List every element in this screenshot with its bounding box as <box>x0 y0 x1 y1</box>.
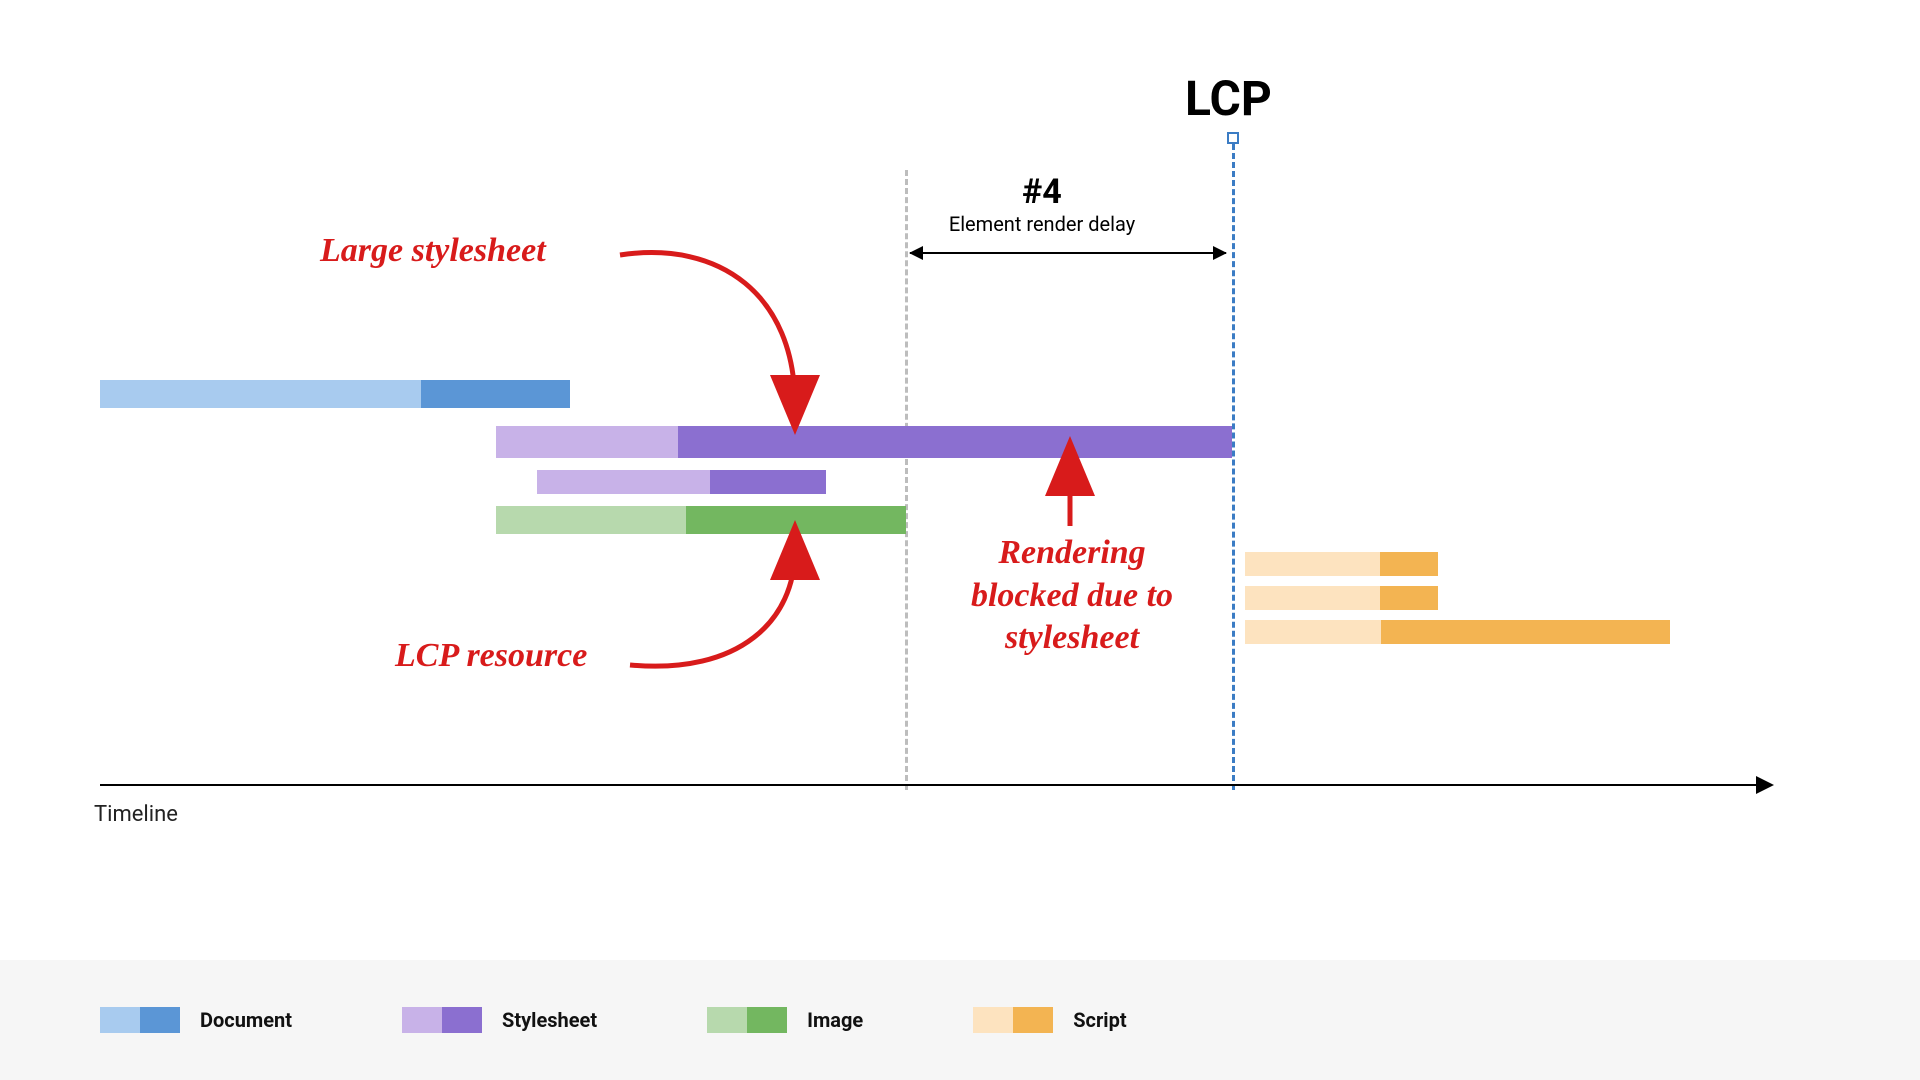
lcp-title: LCP <box>1185 70 1272 127</box>
arrow-rendering-blocked-icon <box>1058 460 1088 530</box>
legend-item-script: Script <box>973 1007 1126 1033</box>
annotation-rendering-blocked: Rendering blocked due to stylesheet <box>922 532 1222 660</box>
bar-large-stylesheet <box>496 426 1232 458</box>
swatch-script-icon <box>973 1007 1053 1033</box>
swatch-document-icon <box>100 1007 180 1033</box>
annotation-lcp-resource: LCP resource <box>395 635 695 678</box>
legend-label-image: Image <box>807 1008 863 1032</box>
legend: Document Stylesheet Image Script <box>0 960 1920 1080</box>
bar-script-1 <box>1245 552 1438 576</box>
phase4-label: Element render delay <box>892 212 1192 236</box>
bar-document <box>100 380 570 408</box>
annotation-large-stylesheet: Large stylesheet <box>320 230 640 273</box>
bar-script-2 <box>1245 586 1438 610</box>
lcp-line <box>1232 144 1235 790</box>
axis-label: Timeline <box>94 802 178 827</box>
phase4-number: #4 <box>892 172 1192 212</box>
legend-label-stylesheet: Stylesheet <box>502 1008 597 1032</box>
render-block-start-line <box>905 170 908 790</box>
lcp-marker-icon <box>1227 132 1239 144</box>
legend-label-script: Script <box>1073 1008 1126 1032</box>
swatch-image-icon <box>707 1007 787 1033</box>
legend-item-stylesheet: Stylesheet <box>402 1007 597 1033</box>
chart-area: LCP #4 Element render delay Large styles… <box>100 80 1820 830</box>
legend-label-document: Document <box>200 1008 292 1032</box>
legend-item-image: Image <box>707 1007 863 1033</box>
phase4-span-arrow-icon <box>910 252 1226 254</box>
arrow-large-stylesheet-icon <box>620 235 840 425</box>
timeline-axis <box>100 784 1760 786</box>
bar-small-stylesheet <box>537 470 826 494</box>
bar-script-3 <box>1245 620 1670 644</box>
legend-item-document: Document <box>100 1007 292 1033</box>
swatch-stylesheet-icon <box>402 1007 482 1033</box>
bar-lcp-image <box>496 506 906 534</box>
